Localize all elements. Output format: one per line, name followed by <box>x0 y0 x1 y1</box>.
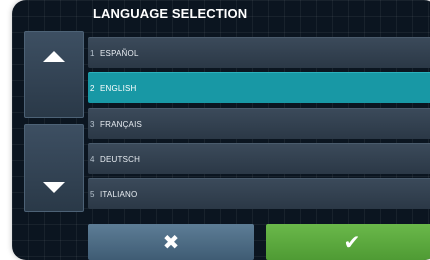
confirm-button[interactable]: ✔ <box>266 224 430 260</box>
list-item-number: 1 <box>90 48 95 58</box>
language-screen: LANGUAGE SELECTION 1 ESPAÑOL 2 ENGLISH 3… <box>12 0 430 260</box>
triangle-up-icon <box>43 51 65 62</box>
scroll-up-button[interactable] <box>24 31 84 118</box>
list-item-number: 3 <box>90 119 95 129</box>
language-item-espanol[interactable]: 1 ESPAÑOL <box>88 37 430 68</box>
list-item-label: ITALIANO <box>100 189 138 199</box>
list-item-number: 2 <box>90 83 95 93</box>
language-item-deutsch[interactable]: 4 DEUTSCH <box>88 143 430 174</box>
list-item-number: 4 <box>90 154 95 164</box>
list-item-label: DEUTSCH <box>100 154 141 164</box>
close-icon: ✖ <box>162 232 180 254</box>
check-icon: ✔ <box>343 232 361 254</box>
scroll-down-button[interactable] <box>24 124 84 212</box>
language-item-english[interactable]: 2 ENGLISH <box>88 72 430 103</box>
page-title: LANGUAGE SELECTION <box>93 6 248 21</box>
language-item-italiano[interactable]: 5 ITALIANO <box>88 178 430 209</box>
triangle-down-icon <box>43 181 65 193</box>
list-item-label: ESPAÑOL <box>100 48 139 58</box>
list-item-label: ENGLISH <box>100 83 137 93</box>
list-item-label: FRANÇAIS <box>100 119 143 129</box>
cancel-button[interactable]: ✖ <box>88 224 254 260</box>
language-item-francais[interactable]: 3 FRANÇAIS <box>88 108 430 139</box>
list-item-number: 5 <box>90 189 95 199</box>
